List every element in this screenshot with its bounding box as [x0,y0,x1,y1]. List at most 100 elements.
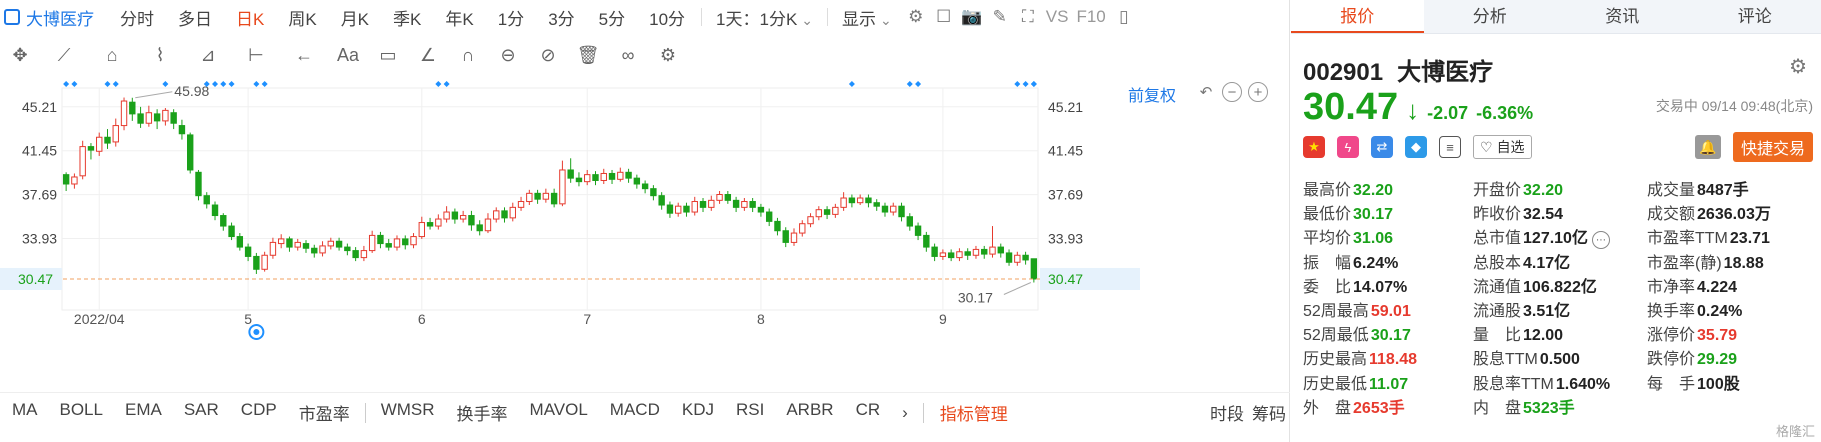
quote-cell: 振 幅 6.24% [1303,249,1473,273]
fib-tool-icon[interactable]: ⊿ [184,45,232,66]
candle-body [666,204,674,214]
indicator-scroll-icon[interactable]: › [891,403,919,423]
move-icon[interactable]: ✥ [0,45,40,66]
wave-tool-icon[interactable]: ⌇ [136,45,184,66]
range-tool-icon[interactable]: ⊢ [232,45,280,66]
indicator-item[interactable]: MA [0,400,49,425]
event-marker-icon [212,81,219,87]
lightning-icon[interactable]: ϟ [1337,136,1359,158]
indicator-item[interactable]: MAVOL [519,400,599,425]
timeframe-tab[interactable]: 分时 [108,5,166,30]
quote-value: 4.17亿 [1523,254,1571,272]
timeframe-tab[interactable]: 多日 [166,5,224,30]
timeframe-tab[interactable]: 3分 [536,5,586,30]
timeframe-tab[interactable]: 季K [381,5,433,30]
pencil-icon[interactable]: ✎ [986,7,1014,27]
quick-trade-button[interactable]: 快捷交易 [1732,132,1813,162]
quote-label: 换手率 [1647,303,1696,321]
divider [827,8,829,26]
quote-tab[interactable]: 报价 [1291,0,1424,33]
indicator-item[interactable]: CDP [230,400,288,425]
quote-tab[interactable]: 资讯 [1556,0,1689,33]
add-favorite-button[interactable]: ♡ 自选 [1473,135,1532,159]
candle-body [178,125,186,135]
quote-cell: 市净率 4.224 [1647,273,1819,297]
quote-cell: 总市值 127.10亿 ⋯ [1473,224,1647,250]
price-tag-left: 30.47 [18,271,53,287]
quote-cell: 52周最低 30.17 [1303,321,1473,345]
quote-value: 12.00 [1523,327,1564,345]
notebook-icon[interactable]: ≡ [1439,136,1461,158]
tag-icon[interactable]: ◆ [1405,136,1427,158]
candle-body [261,254,268,270]
indicator-item[interactable]: BOLL [49,400,114,425]
indicator-manage-button[interactable]: 指标管理 [928,400,1020,425]
indicator-item[interactable]: CR [845,400,892,425]
line-tool-icon[interactable]: ⟋ [40,45,88,66]
quote-label: 内 盘 [1473,399,1522,417]
candle-body [393,238,401,248]
indicator-item[interactable]: RSI [725,400,775,425]
quote-settings-icon[interactable]: ⚙ [1789,54,1807,79]
fullscreen-icon[interactable]: ⛶ [1014,7,1042,27]
candle-body [236,236,244,248]
stock-selector[interactable]: 大博医疗 [0,5,108,30]
quote-cell: 最高价 32.20 [1303,176,1473,200]
y-tick-label-left: 45.21 [22,99,57,115]
hide-icon[interactable]: ⊘ [528,45,568,66]
timeframe-tab[interactable]: 月K [329,5,381,30]
f10-button[interactable]: F10 [1072,7,1109,27]
quote-tab[interactable]: 分析 [1424,0,1557,33]
panel-toggle-icon[interactable]: ▯ [1110,7,1138,27]
kline-chart[interactable]: 45.21 45.21 41.45 41.45 37.69 37.69 33.93 33.93… [0,80,1290,392]
indicator-item[interactable]: ARBR [775,400,844,425]
comment-tool-icon[interactable]: ▭ [368,45,408,66]
timeframe-tab[interactable]: 日K [224,5,276,30]
candle-body [335,240,343,248]
angle-tool-icon[interactable]: ∠ [408,45,448,66]
interval-select[interactable]: 1天：1分K [706,5,823,30]
display-select[interactable]: 显示 [832,5,902,30]
drawing-settings-icon[interactable]: ⚙ [648,45,688,66]
indicator-item[interactable]: 市盈率 [288,400,361,425]
timeframe-tab[interactable]: 周K [276,5,328,30]
x-tick-label: 8 [757,311,765,327]
quote-action-row: ★ ϟ ⇄ ◆ ≡ ♡ 自选 🔔 快捷交易 [1303,132,1813,162]
channel-tool-icon[interactable]: ⌂ [88,45,136,66]
indicator-item[interactable]: EMA [114,400,173,425]
quote-value: 30.17 [1353,206,1394,224]
timeframe-tab[interactable]: 年K [433,5,485,30]
timeframe-tab[interactable]: 10分 [637,5,697,30]
quote-label: 股息TTM [1473,351,1538,369]
shuffle-icon[interactable]: ⇄ [1371,136,1393,158]
more-icon[interactable]: ⋯ [1591,231,1610,250]
settings-icon[interactable]: ⚙ [902,7,930,27]
magnet-icon[interactable]: ∩ [448,45,488,66]
indicator-item[interactable]: SAR [173,400,230,425]
trash-icon[interactable]: 🗑 [568,45,608,66]
stock-name: 大博医疗 [26,9,94,29]
chip-button[interactable]: 筹码 [1248,400,1290,425]
timeframe-tab[interactable]: 1分 [486,5,536,30]
arrow-tool-icon[interactable]: ← [280,45,328,66]
event-marker-icon [1030,81,1037,87]
timeframe-tab[interactable]: 5分 [587,5,637,30]
camera-icon[interactable]: 📷 [958,7,986,27]
indicator-item[interactable]: KDJ [671,400,725,425]
lock-icon[interactable]: ⊖ [488,45,528,66]
candle-body [435,218,442,227]
vs-button[interactable]: VS [1042,7,1073,27]
quote-value: 0.500 [1539,351,1580,369]
period-button[interactable]: 时段 [1206,400,1248,425]
indicator-group-1: MA BOLL EMA SAR CDP 市盈率 [0,400,361,425]
quote-tab[interactable]: 评论 [1689,0,1821,33]
price-change: -2.07 [1427,103,1469,123]
candle-body [832,206,839,215]
text-tool-icon[interactable]: Aa [328,45,368,66]
indicator-item[interactable]: 换手率 [446,400,519,425]
indicator-item[interactable]: MACD [599,400,671,425]
indicator-item[interactable]: WMSR [370,400,446,425]
link-icon[interactable]: ∞ [608,45,648,66]
square-icon[interactable]: ☐ [930,7,958,27]
bell-icon[interactable]: 🔔 [1694,135,1721,159]
